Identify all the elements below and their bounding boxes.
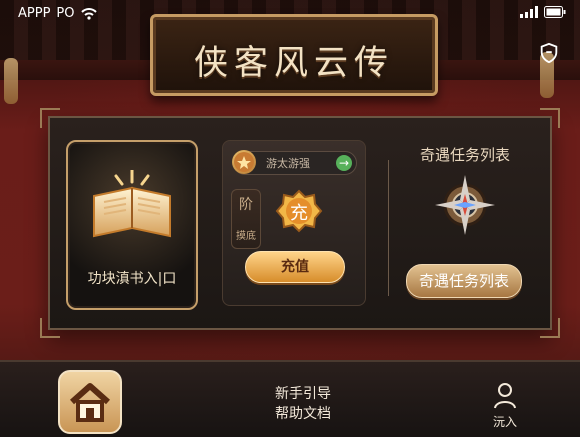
profile-label: 沅入 <box>492 415 517 429</box>
panel-corner <box>40 108 60 128</box>
guide-line-1[interactable]: 新手引导 <box>258 384 348 404</box>
side-tag[interactable]: 阶 摸底 <box>231 189 261 249</box>
battery-icon <box>544 6 566 18</box>
book-entry-card[interactable]: 功块滇书入|口 <box>66 140 198 310</box>
side-tag-bottom: 摸底 <box>236 231 256 242</box>
status-right <box>520 6 566 18</box>
home-button[interactable] <box>58 370 122 434</box>
quest-title: 奇遇任务列表 <box>419 146 510 164</box>
lantern-decoration <box>4 58 18 104</box>
game-title: 侠客风云传 <box>194 43 394 83</box>
panel-divider <box>388 160 389 296</box>
recharge-card: 游太游强 → 阶 摸底 充 充值 <box>222 140 366 306</box>
shield-icon[interactable] <box>538 42 560 64</box>
book-entry-caption: 功块滇书入|口 <box>87 271 177 287</box>
gift-icon <box>232 150 256 174</box>
title-banner: 侠客风云传 <box>150 14 438 96</box>
compass-icon <box>435 175 495 235</box>
panel-corner <box>540 318 560 338</box>
network-label: PO <box>56 6 75 21</box>
quest-list-button-label: 奇遇任务列表 <box>418 272 509 290</box>
guide-line-2[interactable]: 帮助文档 <box>258 404 348 424</box>
quest-list-button[interactable]: 奇遇任务列表 <box>406 264 522 298</box>
panel-corner <box>540 108 560 128</box>
recharge-button[interactable]: 充值 <box>245 251 345 283</box>
recharge-badge-text: 充 <box>290 203 308 223</box>
panel-corner <box>40 318 60 338</box>
carrier-label: APPP <box>18 6 51 21</box>
wifi-icon <box>80 7 97 20</box>
house-icon <box>70 383 110 422</box>
recharge-badge-icon: 充 <box>275 189 323 233</box>
profile-button[interactable]: 沅入 <box>486 380 524 430</box>
arrow-right-icon[interactable]: → <box>336 155 352 171</box>
recharge-button-label: 充值 <box>281 259 309 275</box>
open-book-icon <box>93 170 171 238</box>
signal-icon <box>520 6 538 18</box>
status-left: APPP PO <box>18 6 97 21</box>
quick-search-input[interactable]: 游太游强 → <box>232 150 357 175</box>
search-placeholder: 游太游强 <box>266 157 310 170</box>
user-icon <box>494 383 516 409</box>
guide-help-links[interactable]: 新手引导 帮助文档 <box>258 384 348 424</box>
side-tag-top: 阶 <box>239 197 253 213</box>
